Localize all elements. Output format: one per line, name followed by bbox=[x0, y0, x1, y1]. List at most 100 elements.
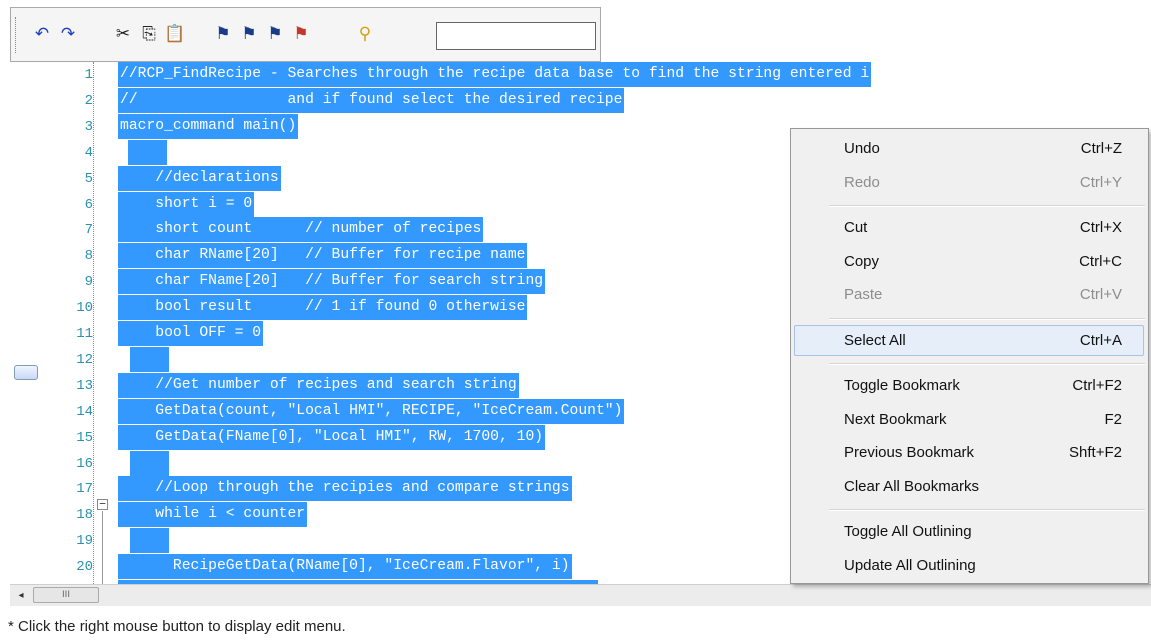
line-number: 12 bbox=[76, 351, 93, 368]
menu-item-label: Toggle Bookmark bbox=[844, 377, 960, 394]
menu-separator bbox=[829, 205, 1145, 207]
editor-toolbar: ↶ ↷ ✂ ⎘ 📋 ⚑ ⚑ ⚑ ⚑ ⚲ bbox=[10, 7, 601, 62]
code-line[interactable]: char RName[20] // Buffer for recipe name bbox=[118, 243, 528, 269]
menu-item-cut[interactable]: Cut Ctrl+X bbox=[794, 212, 1144, 243]
undo-icon[interactable]: ↶ bbox=[31, 23, 53, 45]
menu-separator bbox=[829, 317, 1145, 320]
menu-item-copy[interactable]: Copy Ctrl+C bbox=[794, 246, 1144, 277]
find-icon[interactable]: ⚲ bbox=[354, 23, 376, 45]
menu-item-label: Redo bbox=[844, 173, 880, 191]
code-line[interactable]: GetData(count, "Local HMI", RECIPE, "Ice… bbox=[118, 398, 625, 424]
bookmark-margin[interactable] bbox=[10, 62, 43, 584]
scroll-left-icon[interactable]: ◂ bbox=[10, 585, 32, 606]
next-bookmark-icon[interactable]: ⚑ bbox=[238, 23, 260, 45]
menu-item-shortcut: Ctrl+X bbox=[1079, 219, 1122, 236]
menu-item-shortcut: Ctrl+V bbox=[1079, 286, 1122, 303]
menu-item-label: Toggle All Outlining bbox=[844, 523, 972, 540]
code-line[interactable] bbox=[130, 450, 170, 476]
menu-item-toggle-bookmark[interactable]: Toggle Bookmark Ctrl+F2 bbox=[794, 370, 1144, 401]
menu-item-label: Clear All Bookmarks bbox=[844, 477, 980, 495]
code-line[interactable]: short count // number of recipes bbox=[118, 217, 484, 243]
menu-item-shortcut: Ctrl+A bbox=[1079, 331, 1122, 349]
line-number: 10 bbox=[76, 300, 93, 317]
redo-icon[interactable]: ↷ bbox=[57, 23, 79, 45]
line-number: 19 bbox=[76, 533, 93, 550]
paste-icon[interactable]: 📋 bbox=[164, 23, 186, 45]
code-line[interactable]: // and if found select the desired recip… bbox=[118, 87, 625, 113]
menu-separator bbox=[829, 363, 1145, 365]
toolbar-separator bbox=[198, 23, 199, 45]
line-number: 9 bbox=[84, 274, 93, 291]
menu-item-shortcut: Ctrl+F2 bbox=[1072, 377, 1122, 394]
code-line[interactable]: macro_command main() bbox=[118, 113, 299, 139]
menu-separator bbox=[829, 509, 1145, 511]
code-line[interactable] bbox=[130, 346, 170, 372]
line-number: 20 bbox=[76, 559, 93, 576]
code-line[interactable]: char FName[20] // Buffer for search stri… bbox=[118, 269, 546, 295]
line-number: 3 bbox=[84, 118, 93, 135]
line-number: 2 bbox=[84, 92, 93, 109]
code-line[interactable]: //RCP_FindRecipe - Searches through the … bbox=[118, 62, 872, 87]
line-number: 5 bbox=[84, 170, 93, 187]
menu-item-toggle-all-outlining[interactable]: Toggle All Outlining bbox=[794, 516, 1144, 547]
menu-item-shortcut: Ctrl+C bbox=[1079, 252, 1122, 270]
code-line[interactable]: while i < counter bbox=[118, 502, 308, 528]
menu-item-label: Undo bbox=[844, 140, 880, 157]
line-number: 6 bbox=[84, 196, 93, 213]
code-line[interactable] bbox=[128, 139, 168, 165]
menu-item-label: Previous Bookmark bbox=[844, 444, 975, 461]
scrollbar-thumb[interactable]: III bbox=[33, 587, 99, 603]
menu-item-shortcut: Ctrl+Z bbox=[1080, 140, 1122, 157]
menu-item-label: Update All Outlining bbox=[844, 556, 976, 574]
menu-item-undo[interactable]: Undo Ctrl+Z bbox=[794, 133, 1144, 164]
code-line[interactable]: GetData(FName[0], "Local HMI", RW, 1700,… bbox=[118, 424, 546, 450]
line-number: 8 bbox=[84, 248, 93, 265]
code-line[interactable]: //Loop through the recipies and compare … bbox=[118, 476, 572, 502]
horizontal-scrollbar[interactable]: ◂ III bbox=[10, 584, 1151, 606]
menu-item-clear-all-bookmarks[interactable]: Clear All Bookmarks bbox=[794, 471, 1144, 502]
line-number: 18 bbox=[76, 507, 93, 524]
code-line[interactable]: bool result // 1 if found 0 otherwise bbox=[118, 295, 528, 321]
code-line[interactable]: RecipeGetData(RName[0], "IceCream.Flavor… bbox=[118, 554, 572, 580]
menu-item-label: Paste bbox=[844, 286, 883, 303]
menu-item-update-all-outlining[interactable]: Update All Outlining bbox=[794, 550, 1144, 581]
status-hint: * Click the right mouse button to displa… bbox=[8, 618, 346, 635]
line-number: 13 bbox=[76, 377, 93, 394]
clear-bookmarks-icon[interactable]: ⚑ bbox=[290, 23, 312, 45]
line-number: 11 bbox=[76, 326, 93, 342]
collapse-outline-icon[interactable]: − bbox=[97, 498, 108, 510]
toolbar-grip[interactable] bbox=[15, 17, 20, 53]
outline-guide bbox=[102, 511, 103, 584]
line-number: 14 bbox=[76, 403, 93, 420]
line-number: 16 bbox=[76, 455, 93, 472]
line-number: 15 bbox=[76, 429, 93, 446]
code-line[interactable]: //Get number of recipes and search strin… bbox=[118, 372, 519, 398]
menu-item-label: Next Bookmark bbox=[844, 410, 947, 428]
menu-item-shortcut: F2 bbox=[1104, 410, 1122, 428]
toggle-bookmark-icon[interactable]: ⚑ bbox=[212, 23, 234, 45]
toolbar-separator bbox=[99, 23, 100, 45]
menu-item-label: Cut bbox=[844, 219, 868, 236]
bookmark-marker-icon[interactable] bbox=[14, 365, 38, 380]
menu-item-redo[interactable]: Redo Ctrl+Y bbox=[794, 167, 1144, 198]
code-line[interactable]: bool OFF = 0 bbox=[118, 321, 264, 346]
context-menu: Undo Ctrl+Z Redo Ctrl+Y Cut Ctrl+X Copy Ctrl+C P… bbox=[790, 128, 1149, 584]
menu-item-label: Select All bbox=[844, 331, 906, 349]
cut-icon[interactable]: ✂ bbox=[112, 23, 134, 45]
find-input[interactable] bbox=[436, 22, 596, 50]
menu-item-shortcut: Shft+F2 bbox=[1069, 444, 1122, 461]
copy-icon[interactable]: ⎘ bbox=[138, 23, 160, 45]
code-line[interactable]: //declarations bbox=[118, 165, 281, 191]
menu-item-previous-bookmark[interactable]: Previous Bookmark Shft+F2 bbox=[794, 437, 1144, 468]
line-number: 4 bbox=[84, 144, 93, 161]
menu-item-select-all[interactable]: Select All Ctrl+A bbox=[794, 324, 1144, 356]
line-number: 7 bbox=[84, 222, 93, 239]
code-line[interactable]: short i = 0 bbox=[118, 191, 255, 217]
line-number: 1 bbox=[84, 67, 93, 83]
previous-bookmark-icon[interactable]: ⚑ bbox=[264, 23, 286, 45]
toolbar-separator bbox=[341, 23, 342, 45]
menu-item-paste[interactable]: Paste Ctrl+V bbox=[794, 279, 1144, 310]
code-line[interactable] bbox=[130, 528, 170, 554]
menu-item-next-bookmark[interactable]: Next Bookmark F2 bbox=[794, 404, 1144, 435]
line-number-gutter: 123456789101112131415161718192021 bbox=[43, 62, 93, 584]
